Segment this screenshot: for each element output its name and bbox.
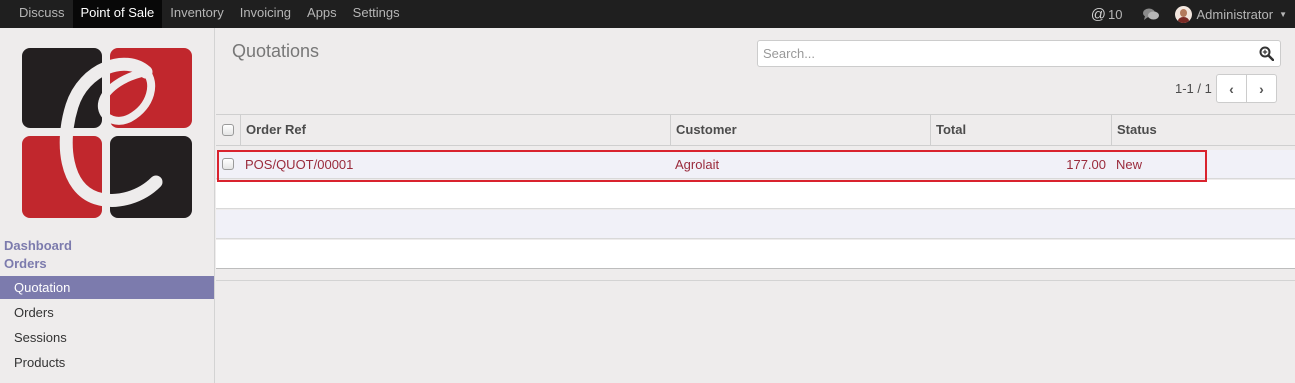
pager-value[interactable]: 1-1 / 1 <box>1175 81 1212 96</box>
menu-invoicing[interactable]: Invoicing <box>232 0 299 28</box>
row-highlight-box <box>217 150 1207 182</box>
column-order-ref[interactable]: Order Ref <box>240 115 671 146</box>
pager-next-button[interactable]: › <box>1246 74 1277 103</box>
at-icon: @ <box>1090 5 1107 23</box>
search-icon[interactable] <box>1259 46 1274 61</box>
menu-inventory[interactable]: Inventory <box>162 0 231 28</box>
company-logo <box>22 48 192 218</box>
table-footer <box>216 268 1295 281</box>
sidebar-item-products[interactable]: Products <box>0 351 214 374</box>
menu-discuss[interactable]: Discuss <box>11 0 73 28</box>
top-navbar: Discuss Point of Sale Inventory Invoicin… <box>0 0 1295 28</box>
menu-settings[interactable]: Settings <box>345 0 408 28</box>
chevron-left-icon: ‹ <box>1229 80 1234 97</box>
section-orders[interactable]: Orders <box>4 256 47 271</box>
section-dashboard[interactable]: Dashboard <box>4 238 72 253</box>
empty-row <box>216 240 1295 269</box>
sidebar-item-orders[interactable]: Orders <box>0 301 214 324</box>
sidebar-item-sessions[interactable]: Sessions <box>0 326 214 349</box>
caret-down-icon: ▼ <box>1279 9 1287 19</box>
menu-point-of-sale[interactable]: Point of Sale <box>72 0 163 28</box>
empty-row <box>216 180 1295 209</box>
chevron-right-icon: › <box>1259 80 1264 97</box>
menu-apps[interactable]: Apps <box>299 0 345 28</box>
column-customer[interactable]: Customer <box>670 115 930 146</box>
sidebar-item-quotation[interactable]: Quotation <box>0 276 214 299</box>
user-name: Administrator <box>1196 6 1274 22</box>
app-menu: Discuss Point of Sale Inventory Invoicin… <box>11 0 408 28</box>
chat-bubbles-icon <box>1142 8 1159 20</box>
column-total[interactable]: Total <box>930 115 1112 146</box>
mentions-count: 10 <box>1108 6 1123 22</box>
mentions-button[interactable]: @ 10 <box>1091 6 1123 23</box>
list-view-table: Order Ref Customer Total Status POS/QUOT… <box>216 114 1295 269</box>
main-content: Quotations 1-1 / 1 ‹ › Order Ref Custome… <box>216 28 1295 383</box>
select-all-checkbox[interactable] <box>222 124 234 136</box>
systray: @ 10 Administrator ▼ <box>1091 0 1287 28</box>
pager-previous-button[interactable]: ‹ <box>1216 74 1247 103</box>
empty-row <box>216 210 1295 239</box>
column-status[interactable]: Status <box>1111 115 1295 146</box>
chat-icon[interactable] <box>1142 8 1159 20</box>
search-input[interactable] <box>758 41 1238 66</box>
search-box <box>757 40 1281 67</box>
page-title: Quotations <box>232 41 320 61</box>
sidebar: Dashboard Orders Quotation Orders Sessio… <box>0 28 215 383</box>
table-header: Order Ref Customer Total Status <box>216 114 1295 146</box>
user-menu[interactable]: Administrator ▼ <box>1174 5 1287 23</box>
avatar <box>1174 5 1192 23</box>
